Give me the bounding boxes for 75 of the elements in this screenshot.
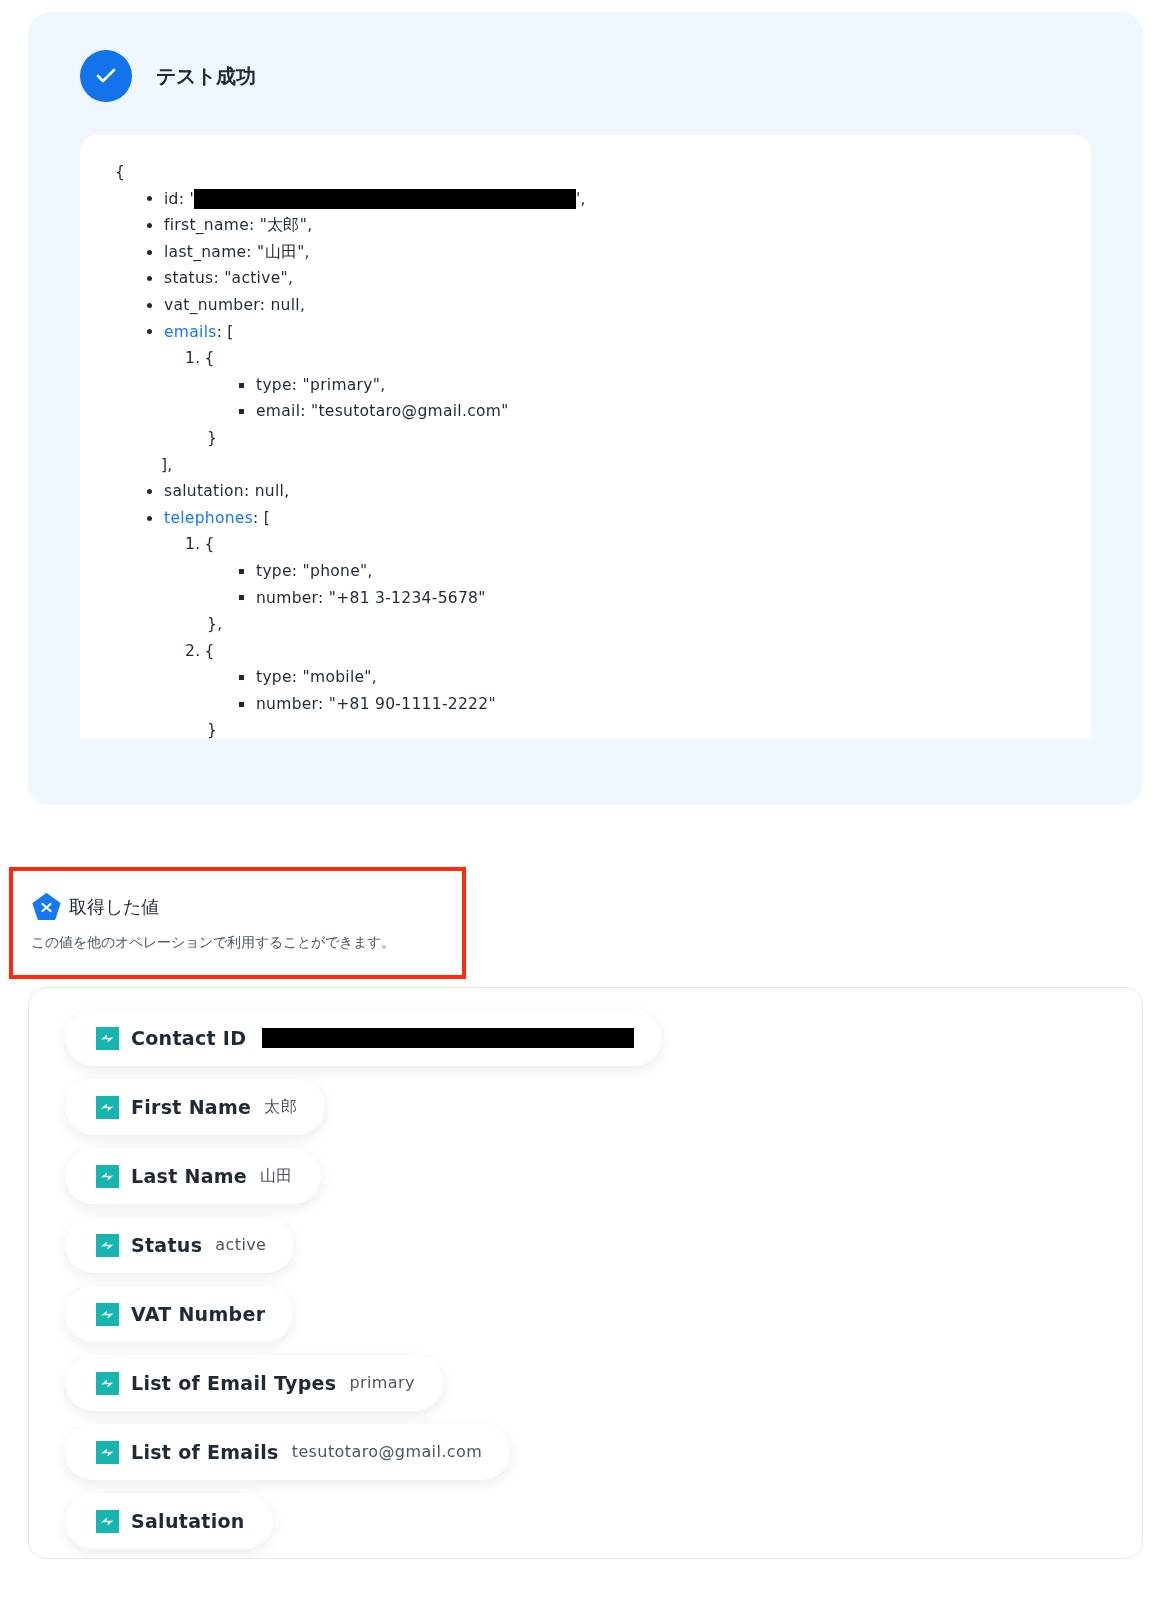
code-text: } [207,720,218,739]
code-text: emails: [ [164,321,234,343]
code-text: number: "+81 90-1111-2222" [256,693,496,715]
value-text: primary [349,1372,415,1394]
result-title: テスト成功 [156,63,256,90]
code-text: }, [207,614,223,636]
value-chip[interactable]: List of Email Types primary [65,1355,443,1411]
code-text: { [204,534,215,556]
bullet-icon [147,302,152,308]
code-text: telephones: [ [164,507,271,529]
value-chip[interactable]: First Name 太郎 [65,1079,326,1135]
section-description: この値を他のオペレーションで利用することができます。 [31,933,396,952]
code-text: status: "active", [164,268,294,290]
code-text: type: "primary", [256,374,386,396]
code-text: 1. [185,534,201,556]
bullet-icon [147,223,152,228]
section-title: 取得した値 [69,895,159,919]
value-label: List of Email Types [131,1370,337,1396]
code-text: vat_number: null, [164,294,306,316]
value-chip[interactable]: List of Emails tesutotaro@gmail.com [65,1424,511,1480]
bullet-icon [147,196,152,202]
code-text: } [207,427,218,449]
bullet-icon [239,382,244,388]
code-text: email: "tesutotaro@gmail.com" [256,401,509,423]
variable-icon [32,893,61,920]
code-text: { [204,640,215,662]
bullet-icon [147,329,152,335]
value-chip[interactable]: Salutation [65,1493,273,1549]
app-icon [96,1371,119,1395]
bullet-icon [147,488,152,494]
bullet-icon [239,568,244,574]
code-text: 2. [185,640,201,662]
value-chip[interactable]: Contact ID [65,1010,663,1066]
app-icon [96,1026,119,1050]
value-text: active [215,1234,267,1256]
bullet-icon [239,701,244,707]
value-label: Salutation [131,1508,245,1534]
field-link[interactable]: emails [164,322,217,341]
code-text: 1. [185,348,201,370]
value-label: Last Name [131,1163,248,1189]
bullet-icon [239,409,244,415]
value-text: tesutotaro@gmail.com [291,1441,483,1463]
app-icon [96,1164,119,1188]
bullet-icon [147,249,152,255]
code-text: ], [161,454,173,476]
code-text: id: ' [164,188,195,210]
bullet-icon [147,515,152,521]
code-text: salutation: null, [164,481,290,503]
app-icon [96,1509,119,1533]
app-icon [96,1302,119,1326]
value-text: 太郎 [264,1096,298,1118]
value-text: 山田 [260,1165,293,1187]
bullet-icon [147,276,152,282]
value-label: VAT Number [131,1301,266,1327]
code-text: number: "+81 3-1234-5678" [256,587,486,609]
value-chip[interactable]: Last Name 山田 [65,1148,321,1204]
field-link[interactable]: telephones [164,508,254,527]
app-icon [96,1095,119,1119]
code-text: ', [576,188,586,210]
code-text: { [204,348,215,370]
code-text: type: "mobile", [256,667,378,689]
code-text: last_name: "山田", [164,241,310,263]
code-text: { [115,162,126,183]
bullet-icon [239,675,244,681]
code-text: first_name: "太郎", [164,215,313,237]
code-text: type: "phone", [256,560,373,582]
value-chip[interactable]: Status active [65,1217,295,1273]
value-label: List of Emails [131,1439,279,1465]
bullet-icon [239,595,244,601]
app-icon [96,1233,119,1257]
value-label: Contact ID [131,1025,247,1051]
value-label: Status [131,1232,203,1258]
app-icon [96,1440,119,1464]
value-chip[interactable]: VAT Number [65,1286,294,1342]
value-label: First Name [131,1094,252,1120]
